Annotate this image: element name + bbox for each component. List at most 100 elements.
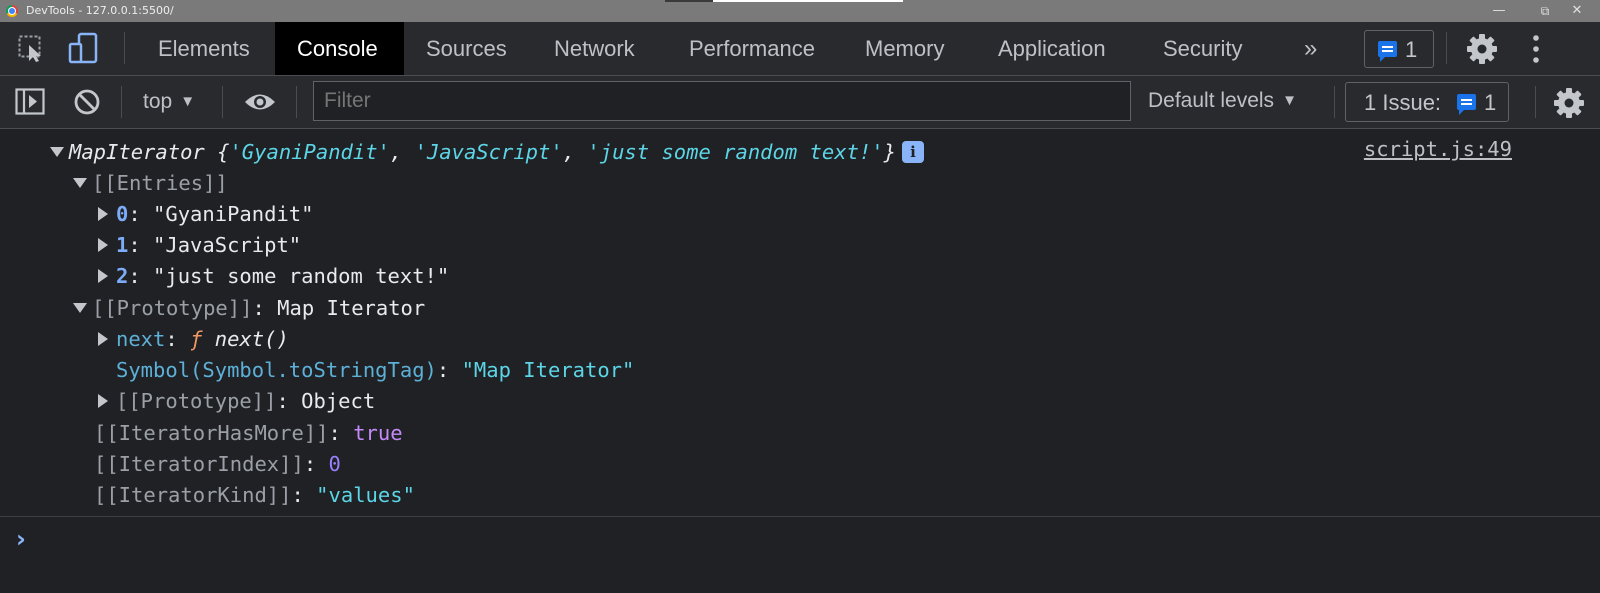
chevron-down-icon: ▼ [1282,92,1297,109]
prototype-key: [[Prototype]] [116,389,277,413]
tree-node-prototype-object[interactable]: [[Prototype]]: Object [98,386,375,416]
tab-elements[interactable]: Elements [136,22,272,75]
info-icon[interactable]: i [901,141,924,163]
colon: : [128,233,154,257]
colon: : [128,202,154,226]
context-selector-value: top [143,90,173,113]
chrome-icon [6,5,18,17]
live-expression-eye-icon[interactable] [243,91,277,113]
tree-node-iterator-has-more: [[IteratorHasMore]]: true [94,418,403,448]
internal-value: 0 [328,452,341,476]
toolbar-divider [1446,32,1447,64]
device-toolbar-icon[interactable] [68,32,100,66]
tree-node-entry[interactable]: 2: "just some random text!" [98,261,449,291]
brace-close: } [883,140,896,164]
internal-key: [[IteratorKind]] [94,483,292,507]
toolbar-divider [222,86,223,118]
entry-index: 2 [116,264,129,288]
close-icon[interactable]: ✕ [1554,0,1600,22]
tree-node-iterator-kind: [[IteratorKind]]: "values" [94,480,415,510]
tree-node-entry[interactable]: 1: "JavaScript" [98,230,301,260]
prototype-value: Object [301,389,376,413]
collapse-triangle-icon[interactable] [98,394,108,408]
colon: : [328,421,354,445]
issues-button[interactable]: 1 Issue: 1 [1345,82,1509,122]
log-levels-value: Default levels [1148,89,1275,112]
entry-value: "GyaniPandit" [153,202,314,226]
entries-label: [[Entries]] [92,171,228,195]
toolbar-divider [1535,86,1536,118]
entry-index: 1 [116,233,129,257]
more-tabs-icon[interactable]: » [1282,22,1339,75]
collapse-triangle-icon[interactable] [98,238,108,252]
console-message-map-iterator[interactable]: MapIterator {'GyaniPandit', 'JavaScript'… [50,137,924,167]
inspect-element-icon[interactable] [18,35,48,63]
object-type: MapIterator [69,140,205,164]
colon: : [303,452,329,476]
property-value: "Map Iterator" [461,358,635,382]
separator: , [389,140,415,164]
entry-value: "just some random text!" [153,264,450,288]
message-icon [1457,94,1476,115]
colon: : [436,358,462,382]
preview-item: 'JavaScript' [414,140,563,164]
tab-network[interactable]: Network [532,22,657,75]
tree-node-next[interactable]: next: ƒ next() [98,324,289,354]
tab-strip-indicator [665,0,713,2]
expand-triangle-icon[interactable] [50,147,64,157]
tab-sources[interactable]: Sources [404,22,529,75]
tab-security[interactable]: Security [1141,22,1264,75]
internal-value: "values" [316,483,415,507]
issues-label: 1 Issue: [1364,90,1442,115]
collapse-triangle-icon[interactable] [98,207,108,221]
source-link[interactable]: script.js:49 [1364,137,1512,161]
collapse-triangle-icon[interactable] [98,269,108,283]
show-sidebar-icon[interactable] [15,88,45,116]
tab-strip-active [713,0,903,2]
prototype-key: [[Prototype]] [92,296,253,320]
tab-application[interactable]: Application [976,22,1128,75]
toolbar-divider [124,32,125,64]
tree-node-prototype[interactable]: [[Prototype]]: Map Iterator [73,293,425,323]
prototype-value: Map Iterator [277,296,426,320]
toolbar-divider [296,86,297,118]
expand-triangle-icon[interactable] [73,303,87,313]
tree-node-entries[interactable]: [[Entries]] [73,168,228,198]
colon: : [291,483,317,507]
collapse-triangle-icon[interactable] [98,332,108,346]
settings-gear-icon[interactable] [1466,33,1498,65]
tab-memory[interactable]: Memory [843,22,966,75]
context-selector[interactable]: top ▼ [143,90,195,114]
console-output: script.js:49 MapIterator {'GyaniPandit',… [0,129,1600,593]
window-titlebar: DevTools - 127.0.0.1:5500/ — ⧉ ✕ [0,0,1600,22]
toolbar-divider [1334,86,1335,118]
tab-console[interactable]: Console [275,22,404,75]
kebab-menu-icon[interactable] [1530,34,1542,64]
filter-input[interactable] [313,81,1131,121]
colon: : [165,327,191,351]
tree-node-symbol[interactable]: Symbol(Symbol.toStringTag): "Map Iterato… [116,355,634,385]
log-levels-dropdown[interactable]: Default levels ▼ [1148,89,1297,113]
tab-performance[interactable]: Performance [667,22,837,75]
minimize-icon[interactable]: — [1476,0,1522,22]
window-title: DevTools - 127.0.0.1:5500/ [26,4,174,17]
console-settings-gear-icon[interactable] [1553,87,1585,119]
internal-key: [[IteratorIndex]] [94,452,304,476]
colon: : [276,389,302,413]
issues-counter-value: 1 [1405,37,1418,62]
chevron-down-icon: ▼ [180,93,196,110]
brace-open: { [204,140,230,164]
issues-count: 1 [1484,90,1497,115]
colon: : [252,296,278,320]
devtools-tabbar: Elements Console Sources Network Perform… [0,22,1600,76]
expand-triangle-icon[interactable] [73,178,87,188]
internal-value: true [353,421,403,445]
separator: , [562,140,588,164]
tree-node-entry[interactable]: 0: "GyaniPandit" [98,199,313,229]
toolbar-divider [121,86,122,118]
clear-console-icon[interactable] [73,88,101,116]
issues-counter-button[interactable]: 1 [1364,30,1434,68]
colon: : [128,264,154,288]
console-prompt-chevron-icon[interactable]: › [16,525,26,553]
function-signature: next() [214,327,289,351]
